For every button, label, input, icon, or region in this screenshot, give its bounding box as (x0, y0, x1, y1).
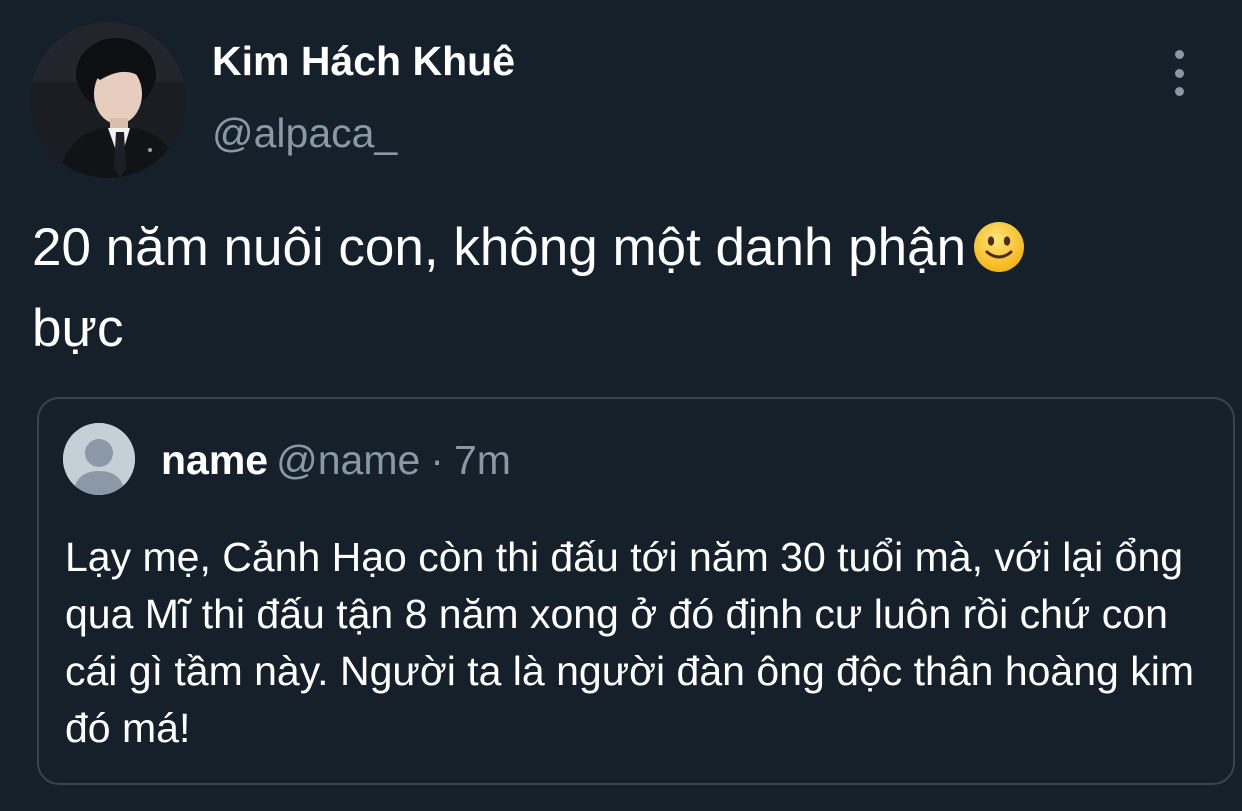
quoted-header: name @name · 7m (161, 437, 511, 484)
author-handle[interactable]: @alpaca_ (212, 110, 397, 157)
author-avatar-photo (30, 22, 186, 178)
author-avatar[interactable] (30, 22, 186, 178)
menu-dot (1174, 87, 1184, 96)
quoted-tweet[interactable]: name @name · 7m Lạy mẹ, Cảnh Hạo còn thi đấ… (37, 397, 1235, 785)
menu-dot (1174, 68, 1184, 78)
more-options-icon[interactable] (1160, 50, 1198, 96)
quoted-author-name[interactable]: name (161, 437, 268, 483)
quoted-text: Lạy mẹ, Cảnh Hạo còn thi đấu tới năm 30 … (65, 534, 1194, 751)
quoted-separator: · (430, 437, 444, 483)
menu-dot (1174, 50, 1184, 59)
author-display-name[interactable]: Kim Hách Khuê (212, 38, 515, 85)
tweet-text: 20 năm nuôi con, không một danh phận bực (32, 212, 1222, 365)
tweet: Kim Hách Khuê @alpaca_ 20 năm nuôi con, … (0, 0, 1242, 811)
slightly-smiling-face-icon (972, 220, 1026, 293)
tweet-text-end: bực (32, 299, 124, 358)
quoted-timestamp[interactable]: 7m (454, 437, 511, 483)
tweet-text-main: 20 năm nuôi con, không một danh phận (32, 218, 967, 277)
default-profile-icon[interactable] (63, 423, 135, 495)
quoted-author-handle[interactable]: @name (276, 437, 420, 483)
